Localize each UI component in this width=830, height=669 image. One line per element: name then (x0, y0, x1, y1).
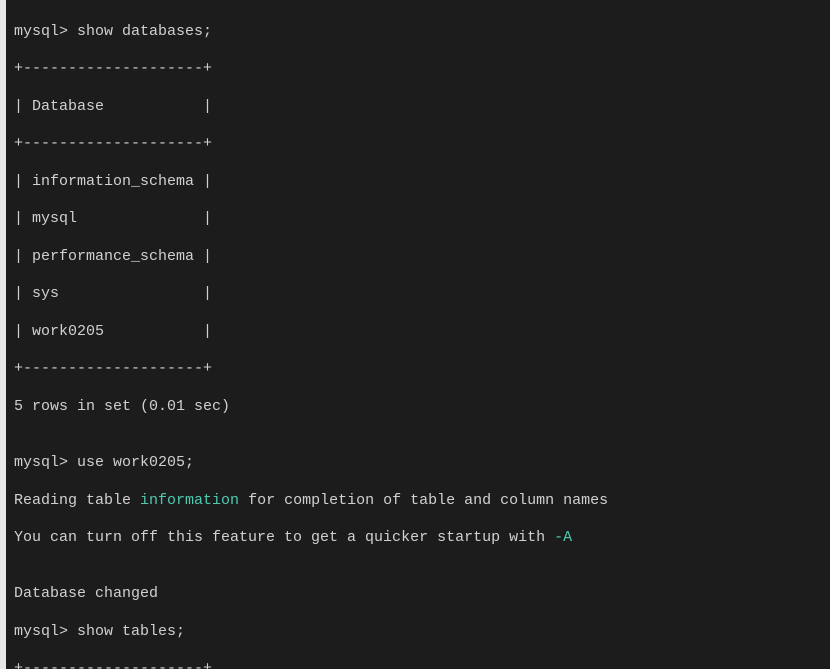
info-line: You can turn off this feature to get a q… (14, 529, 822, 548)
table-row: | work0205 | (14, 323, 822, 342)
table-row: | performance_schema | (14, 248, 822, 267)
cmd-use-database: mysql> use work0205; (14, 454, 822, 473)
cmd-show-tables: mysql> show tables; (14, 623, 822, 642)
mysql-prompt: mysql> (14, 23, 77, 40)
cmd-show-databases: mysql> show databases; (14, 23, 822, 42)
table-header: | Database | (14, 98, 822, 117)
table-border: +--------------------+ (14, 660, 822, 669)
info-line: Reading table information for completion… (14, 492, 822, 511)
highlighted-flag: -A (554, 529, 572, 546)
result-summary: 5 rows in set (0.01 sec) (14, 398, 822, 417)
table-row: | sys | (14, 285, 822, 304)
table-row: | mysql | (14, 210, 822, 229)
terminal-output[interactable]: mysql> show databases; +----------------… (0, 0, 830, 669)
mysql-prompt: mysql> (14, 623, 77, 640)
mysql-prompt: mysql> (14, 454, 77, 471)
highlighted-word: information (140, 492, 239, 509)
sql-command: use work0205; (77, 454, 194, 471)
sql-command: show databases; (77, 23, 212, 40)
table-border: +--------------------+ (14, 360, 822, 379)
table-border: +--------------------+ (14, 60, 822, 79)
table-border: +--------------------+ (14, 135, 822, 154)
status-line: Database changed (14, 585, 822, 604)
table-row: | information_schema | (14, 173, 822, 192)
sql-command: show tables; (77, 623, 185, 640)
